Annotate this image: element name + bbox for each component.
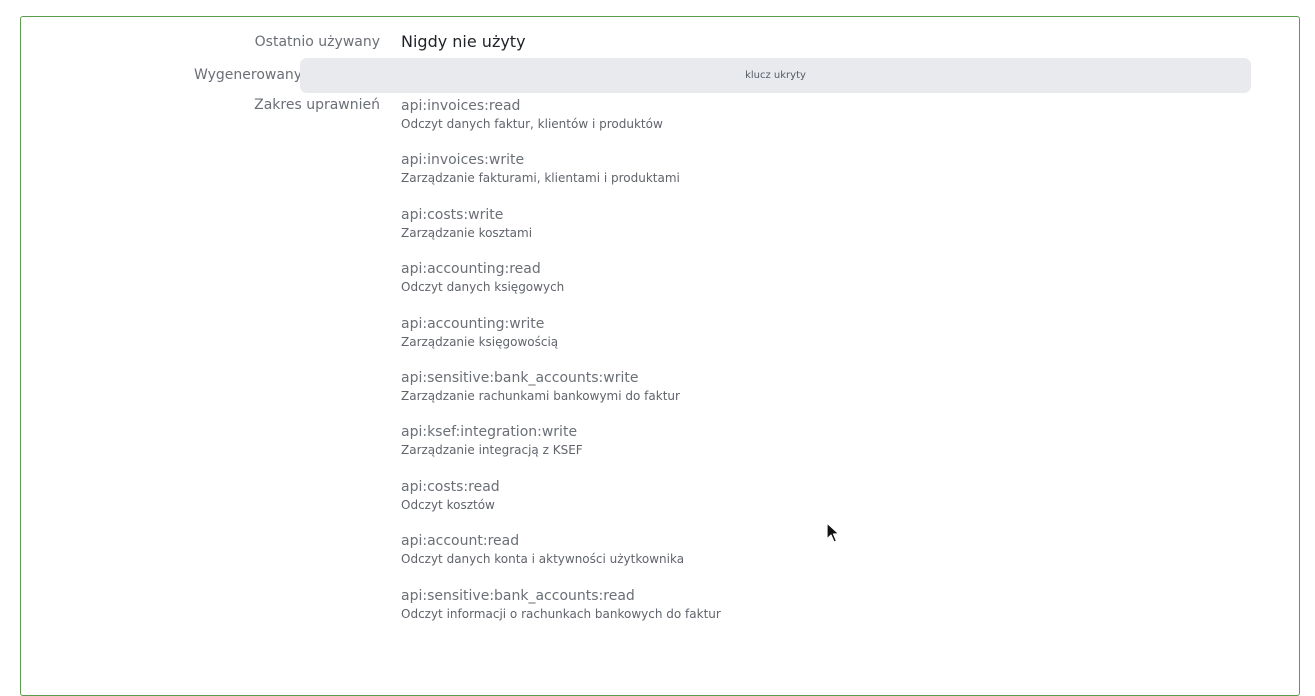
scope-description: Odczyt danych konta i aktywności użytkow… [401,552,685,567]
scope-label: Zakres uprawnień [254,97,380,113]
last-used-label: Ostatnio używany [254,34,380,50]
last-used-value: Nigdy nie użyty [401,32,526,51]
scope-description: Zarządzanie kosztami [401,225,533,240]
scope-name: api:invoices:read [401,98,521,114]
scope-name: api:costs:write [401,206,504,223]
scope-name: api:account:read [401,533,520,550]
scope-name: api:accounting:write [401,315,545,332]
generated-label: Wygenerowany [194,67,300,83]
scope-item: api:sensitive:bank_accounts:read Odczyt … [401,587,1201,641]
scope-item: api:account:read Odczyt danych konta i a… [401,532,1201,586]
scope-name: api:accounting:read [401,261,541,278]
scope-name: api:sensitive:bank_accounts:read [401,587,635,604]
scope-item: api:sensitive:bank_accounts:write Zarząd… [401,369,1201,423]
scope-item: api:invoices:write Zarządzanie fakturami… [401,151,1201,205]
scope-description: Odczyt informacji o rachunkach bankowych… [401,606,721,621]
scope-description: Zarządzanie rachunkami bankowymi do fakt… [401,388,680,403]
scope-item: api:invoices:read Odczyt danych faktur, … [401,97,1201,151]
scope-description: Odczyt kosztów [401,497,495,512]
scope-item: api:ksef:integration:write Zarządzanie i… [401,423,1201,477]
scope-description: Zarządzanie integracją z KSEF [401,443,583,458]
scope-list: api:invoices:read Odczyt danych faktur, … [401,97,1201,641]
scope-item: api:costs:read Odczyt kosztów [401,478,1201,532]
scope-name: api:costs:read [401,478,500,495]
hidden-key-text: klucz ukryty [745,70,806,81]
scope-description: Odczyt danych faktur, klientów i produkt… [401,117,663,131]
scope-description: Odczyt danych księgowych [401,280,565,295]
scope-name: api:sensitive:bank_accounts:write [401,369,639,386]
scope-item: api:accounting:write Zarządzanie księgow… [401,315,1201,369]
mouse-pointer-icon [826,522,840,548]
scope-name: api:invoices:write [401,152,525,169]
scope-item: api:costs:write Zarządzanie kosztami [401,206,1201,260]
scope-description: Zarządzanie fakturami, klientami i produ… [401,171,680,186]
scope-description: Zarządzanie księgowością [401,334,559,349]
scope-item: api:accounting:read Odczyt danych księgo… [401,260,1201,314]
hidden-key-reveal-button[interactable]: klucz ukryty [300,58,1251,93]
scope-name: api:ksef:integration:write [401,424,578,441]
